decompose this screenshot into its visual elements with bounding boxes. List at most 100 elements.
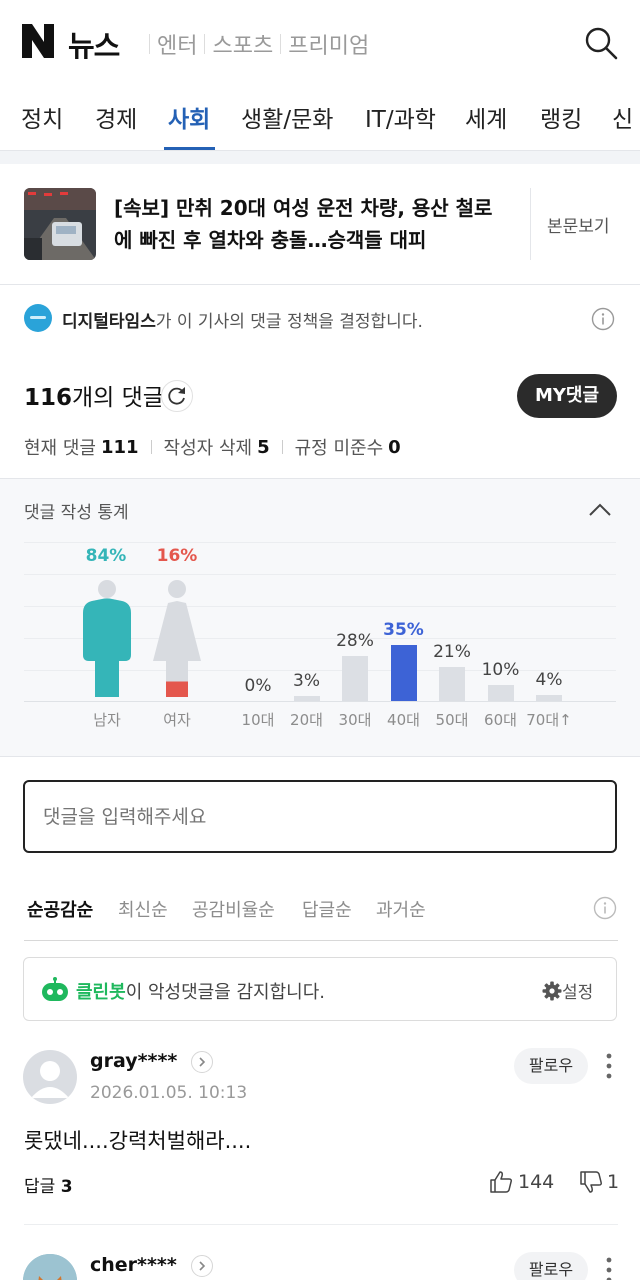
sub-nav-separator bbox=[280, 34, 282, 54]
chevron-right-icon bbox=[199, 1261, 206, 1271]
my-comments-button[interactable]: MY댓글 bbox=[517, 374, 617, 418]
comment-divider bbox=[24, 1224, 618, 1225]
grid-line bbox=[24, 574, 616, 575]
refresh-icon bbox=[168, 387, 185, 405]
article-title-line2: 에 빠진 후 열차와 충돌…승객들 대피 bbox=[114, 228, 427, 252]
tab-economy[interactable]: 경제 bbox=[95, 100, 137, 134]
tab-world[interactable]: 세계 bbox=[465, 100, 507, 134]
tab-society[interactable]: 사회 bbox=[168, 100, 210, 134]
category-tabs: 정치 경제 사회 생활/문화 IT/과학 세계 랭킹 신 bbox=[0, 84, 640, 150]
deleted-label: 작성자 삭제 bbox=[163, 438, 253, 459]
comment-count-number: 116 bbox=[24, 385, 73, 411]
gear-icon bbox=[542, 981, 562, 1000]
profile-chevron-button[interactable] bbox=[191, 1255, 213, 1277]
search-icon[interactable] bbox=[584, 26, 618, 60]
sub-nav: 엔터 스포츠 프리미엄 bbox=[142, 28, 369, 60]
avatar[interactable] bbox=[23, 1050, 77, 1104]
comment-policy: 디지털타임스가 이 기사의 댓글 정책을 결정합니다. bbox=[24, 304, 616, 334]
comment-statistics-panel: 댓글 작성 통계 84% 16% 남자 여자 0% 10대 3% 20대 28% 30대 3… bbox=[0, 478, 640, 757]
thumbs-up-icon bbox=[490, 1171, 512, 1193]
chevron-up-icon[interactable] bbox=[588, 501, 612, 517]
cleanbot-settings-button[interactable]: 설정 bbox=[542, 978, 593, 1003]
cleanbot-text: 클린봇이 악성댓글을 감지합니다. bbox=[76, 978, 325, 1004]
follow-button[interactable]: 팔로우 bbox=[514, 1252, 588, 1280]
age-bar-value-1: 3% bbox=[293, 671, 320, 692]
age-axis-label-6: 70대↑ bbox=[526, 711, 572, 729]
grid-line bbox=[24, 542, 616, 543]
default-user-icon bbox=[31, 1061, 69, 1098]
more-options-icon[interactable] bbox=[604, 1053, 614, 1079]
divider bbox=[530, 188, 531, 260]
article-summary[interactable]: [속보] 만취 20대 여성 운전 차량, 용산 철로 에 빠진 후 열차와 충… bbox=[0, 164, 640, 285]
dislike-count: 1 bbox=[607, 1171, 620, 1193]
reply-button[interactable]: 답글 3 bbox=[24, 1172, 73, 1197]
male-label: 남자 bbox=[93, 711, 121, 729]
sort-by-oldest[interactable]: 과거순 bbox=[376, 896, 426, 922]
like-button[interactable]: 144 bbox=[489, 1171, 554, 1193]
policy-text: 디지털타임스가 이 기사의 댓글 정책을 결정합니다. bbox=[62, 307, 423, 332]
press-name[interactable]: 디지털타임스 bbox=[62, 312, 156, 332]
comment-count-suffix: 개의 댓글 bbox=[72, 385, 164, 411]
refresh-button[interactable] bbox=[161, 380, 193, 412]
female-figure-icon bbox=[153, 580, 201, 697]
user-photo bbox=[23, 1254, 77, 1280]
tab-it-science[interactable]: IT/과학 bbox=[365, 100, 436, 134]
female-label: 여자 bbox=[163, 711, 191, 729]
baseline bbox=[24, 701, 616, 702]
sort-by-replies[interactable]: 답글순 bbox=[302, 896, 352, 922]
sort-options: 순공감순 최신순 공감비율순 답글순 과거순 bbox=[0, 890, 640, 940]
sub-nav-entertainment[interactable]: 엔터 bbox=[157, 28, 197, 60]
age-bar-6 bbox=[536, 694, 562, 701]
more-options-icon[interactable] bbox=[604, 1257, 614, 1280]
separator bbox=[150, 440, 152, 454]
avatar[interactable] bbox=[23, 1254, 77, 1280]
cleanbot-name[interactable]: 클린봇 bbox=[76, 982, 126, 1003]
sort-by-latest[interactable]: 최신순 bbox=[118, 896, 168, 922]
article-title-line1: [속보] 만취 20대 여성 운전 차량, 용산 철로 bbox=[114, 196, 493, 220]
sub-nav-sports[interactable]: 스포츠 bbox=[212, 28, 273, 60]
article-title[interactable]: [속보] 만취 20대 여성 운전 차량, 용산 철로 에 빠진 후 열차와 충… bbox=[114, 192, 514, 256]
cleanbot-notice: 클린봇이 악성댓글을 감지합니다. 설정 bbox=[23, 957, 617, 1021]
section-band bbox=[0, 150, 640, 164]
comment-username[interactable]: cher**** bbox=[90, 1254, 177, 1276]
info-icon[interactable] bbox=[593, 896, 617, 920]
sort-by-like-ratio[interactable]: 공감비율순 bbox=[192, 896, 275, 922]
tab-life-culture[interactable]: 생활/문화 bbox=[241, 100, 333, 134]
comment-username[interactable]: gray**** bbox=[90, 1050, 177, 1072]
sub-nav-separator bbox=[149, 34, 150, 54]
reply-label: 답글 bbox=[24, 1177, 56, 1197]
comment-text: 롯댔네....강력처벌해라.... bbox=[24, 1129, 252, 1153]
info-icon[interactable] bbox=[591, 307, 615, 331]
news-logo-text[interactable]: 뉴스 bbox=[68, 23, 120, 65]
comment-input[interactable] bbox=[23, 780, 617, 853]
age-bar-value-3: 35% bbox=[383, 620, 424, 640]
header: 뉴스 엔터 스포츠 프리미엄 bbox=[0, 0, 640, 84]
like-count: 144 bbox=[518, 1171, 555, 1193]
chevron-right-icon bbox=[199, 1057, 206, 1067]
tab-overflow[interactable]: 신 bbox=[612, 100, 633, 134]
age-bar-3 bbox=[390, 645, 417, 701]
violation-value: 0 bbox=[388, 436, 401, 458]
comment-date: 2026.01.05. 10:13 bbox=[90, 1083, 248, 1103]
current-comments-value: 111 bbox=[100, 436, 139, 458]
sort-by-likes[interactable]: 순공감순 bbox=[27, 896, 93, 922]
comment-count: 116개의 댓글 bbox=[24, 378, 164, 412]
age-bar-1 bbox=[293, 696, 320, 701]
current-comments-label: 현재 댓글 bbox=[24, 438, 96, 459]
naver-n-logo[interactable] bbox=[22, 24, 54, 58]
view-body-button[interactable]: 본문보기 bbox=[547, 212, 610, 237]
follow-button[interactable]: 팔로우 bbox=[514, 1048, 588, 1084]
female-percent: 16% bbox=[156, 546, 198, 566]
cleanbot-icon bbox=[42, 977, 68, 1001]
tab-politics[interactable]: 정치 bbox=[21, 100, 63, 134]
age-bar-2 bbox=[342, 656, 368, 701]
tab-ranking[interactable]: 랭킹 bbox=[540, 100, 582, 134]
thumbs-down-icon bbox=[580, 1171, 602, 1193]
dislike-button[interactable]: 1 bbox=[579, 1171, 619, 1193]
male-percent: 84% bbox=[85, 546, 127, 566]
sub-nav-premium[interactable]: 프리미엄 bbox=[288, 28, 369, 60]
age-bar-4 bbox=[439, 667, 465, 701]
article-thumbnail[interactable] bbox=[24, 188, 96, 260]
profile-chevron-button[interactable] bbox=[191, 1051, 213, 1073]
statistics-title: 댓글 작성 통계 bbox=[24, 503, 129, 523]
